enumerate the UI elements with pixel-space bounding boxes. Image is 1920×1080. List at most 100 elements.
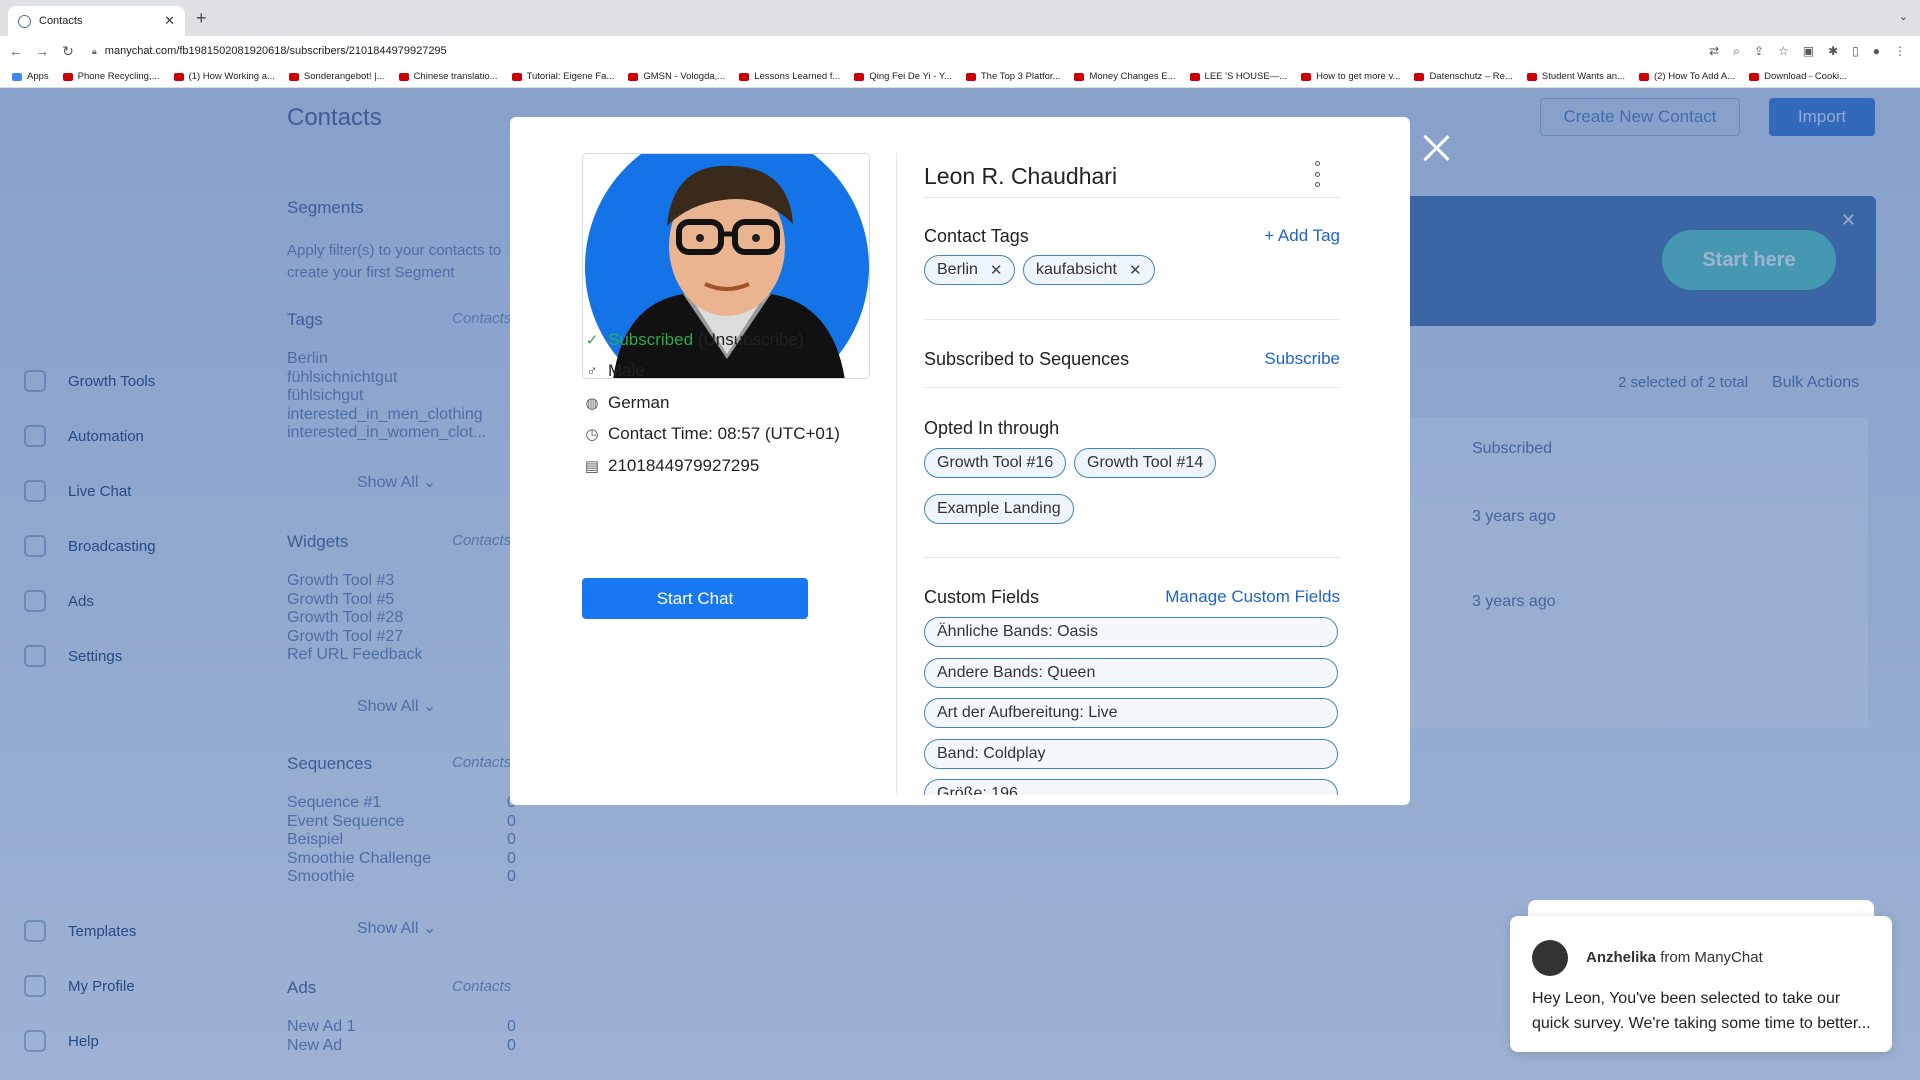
agent-name: Anzhelika xyxy=(1586,949,1657,966)
custom-field[interactable]: Andere Bands: Queen xyxy=(924,658,1338,688)
bookmark-item[interactable]: Download - Cooki... xyxy=(1749,71,1847,82)
address-bar: ← → ↻ 🔒︎ manychat.com/fb198150208192061​… xyxy=(0,36,1920,66)
bookmark-label: (2) How To Add A... xyxy=(1653,71,1736,82)
star-icon[interactable]: ☆ xyxy=(1778,44,1789,59)
back-icon[interactable]: ← xyxy=(6,43,26,59)
contact-details-modal: ✓ Subscribed (Unsubscribe) ♂ Male ◍ German… xyxy=(510,117,1410,805)
language-value: German xyxy=(608,393,670,412)
modal-divider xyxy=(896,153,897,795)
bookmark-item[interactable]: How to get more v... xyxy=(1301,71,1400,82)
new-tab-icon[interactable]: + xyxy=(196,8,207,29)
custom-field[interactable]: Art der Aufbereitung: Live xyxy=(924,698,1338,728)
contact-time-value: 08:57 (UTC+01) xyxy=(717,424,840,443)
opt-in-chip: Growth Tool #16 xyxy=(924,448,1067,478)
id-card-icon: ▤ xyxy=(584,458,600,475)
clock-icon: ◷ xyxy=(585,426,599,443)
tab-close-icon[interactable]: ✕ xyxy=(164,13,175,29)
contact-name: Leon R. Chaudhari xyxy=(924,163,1118,189)
agent-org: from ManyChat xyxy=(1660,949,1763,966)
divider xyxy=(924,197,1340,198)
puzzle-icon[interactable]: ✱ xyxy=(1828,44,1838,59)
tab-favicon-icon xyxy=(18,14,31,28)
forward-icon[interactable]: → xyxy=(32,43,52,59)
status-label: Subscribed xyxy=(608,330,694,349)
bookmark-item[interactable]: Tutorial: Eigene Fa... xyxy=(511,71,614,82)
bookmark-favicon-icon xyxy=(1749,72,1760,81)
tab-title: Contacts xyxy=(39,15,83,27)
bookmark-favicon-icon xyxy=(1189,72,1200,81)
opted-in-heading: Opted In through xyxy=(924,418,1060,438)
bookmark-label: The Top 3 Platfor... xyxy=(980,71,1061,82)
bookmark-favicon-icon xyxy=(1638,72,1649,81)
tab-search-chevron-icon[interactable]: ⌄ xyxy=(1899,10,1908,23)
contact-id-row: ▤ 2101844979927295 xyxy=(582,456,759,476)
bookmark-item[interactable]: Chinese translatio... xyxy=(398,71,498,82)
bookmark-item[interactable]: The Top 3 Platfor... xyxy=(965,71,1061,82)
bookmark-item[interactable]: Money Changes E... xyxy=(1074,71,1176,82)
lock-icon: 🔒︎ xyxy=(92,45,97,56)
bookmark-item[interactable]: Qing Fei De Yi - Y... xyxy=(854,71,952,82)
bookmark-item[interactable]: (1) How Working a... xyxy=(173,71,275,82)
subscribe-link[interactable]: Subscribe xyxy=(1210,349,1340,369)
bookmark-item[interactable]: Apps xyxy=(12,71,49,82)
add-tag-link[interactable]: + Add Tag xyxy=(1210,226,1340,246)
chat-message: Hey Leon, You've been selected to take o… xyxy=(1532,990,1871,1032)
url-field[interactable]: 🔒︎ manychat.com/fb198150208192061​8/subs… xyxy=(92,45,1709,57)
bookmark-label: Qing Fei De Yi - Y... xyxy=(869,71,952,82)
bookmark-label: GMSN - Vologda,... xyxy=(643,71,726,82)
manage-custom-fields-link[interactable]: Manage Custom Fields xyxy=(1130,587,1340,607)
custom-fields-heading: Custom Fields xyxy=(924,587,1040,607)
share-icon[interactable]: ⇪ xyxy=(1754,44,1764,59)
bookmark-item[interactable]: Phone Recycling,... xyxy=(62,71,160,82)
more-options-icon[interactable] xyxy=(1315,161,1321,187)
bookmark-favicon-icon xyxy=(62,72,73,81)
bookmark-item[interactable]: GMSN - Vologda,... xyxy=(628,71,725,82)
bookmark-label: Download - Cooki... xyxy=(1764,71,1848,82)
zoom-icon[interactable]: ⌕ xyxy=(1733,44,1740,59)
translate-icon[interactable]: ⇄ xyxy=(1709,44,1719,59)
bookmark-label: Apps xyxy=(27,71,49,82)
custom-field[interactable]: Ähnliche Bands: Oasis xyxy=(924,617,1338,647)
profile-avatar[interactable]: ● xyxy=(1873,44,1880,59)
subscription-status: ✓ Subscribed (Unsubscribe) xyxy=(582,330,804,350)
bookmark-favicon-icon xyxy=(398,72,409,81)
contact-id-value[interactable]: 2101844979927295 xyxy=(608,456,759,476)
unsubscribe-link[interactable]: (Unsubscribe) xyxy=(698,330,804,350)
remove-tag-icon[interactable]: ✕ xyxy=(990,261,1003,279)
custom-field[interactable]: Größe: 196 xyxy=(924,779,1338,795)
gender-row: ♂ Male xyxy=(582,361,645,381)
bookmark-label: Datenschutz – Re... xyxy=(1429,71,1513,82)
contact-time-label: Contact Time: xyxy=(608,424,713,443)
bookmark-item[interactable]: Lessons Learned f... xyxy=(739,71,840,82)
custom-field[interactable]: Band: Coldplay xyxy=(924,739,1338,769)
chat-sender: Anzhelika from ManyChat xyxy=(1586,949,1763,966)
bookmark-item[interactable]: Student Wants an... xyxy=(1526,71,1625,82)
bookmark-favicon-icon xyxy=(12,72,22,81)
bookmark-item[interactable]: (2) How To Add A... xyxy=(1638,71,1736,82)
male-icon: ♂ xyxy=(586,362,598,380)
start-chat-button[interactable]: Start Chat xyxy=(582,578,808,619)
modal-close-icon[interactable] xyxy=(1419,131,1453,165)
sidepanel-icon[interactable]: ▯ xyxy=(1852,44,1859,59)
opt-in-chip: Example Landing xyxy=(924,494,1074,524)
tag-label: Berlin xyxy=(937,261,978,278)
reload-icon[interactable]: ↻ xyxy=(58,43,78,60)
intercom-chat-popup[interactable]: Anzhelika from ManyChat Hey Leon, You've… xyxy=(1510,916,1892,1052)
bookmark-label: How to get more v... xyxy=(1316,71,1401,82)
extension-icon[interactable]: ▣ xyxy=(1803,44,1814,59)
bookmark-item[interactable]: LEE 'S HOUSE—... xyxy=(1189,71,1287,82)
check-circle-icon: ✓ xyxy=(585,332,599,349)
bookmark-item[interactable]: Sonderangebot! |... xyxy=(288,71,385,82)
bookmark-label: Lessons Learned f... xyxy=(754,71,841,82)
sequences-section-heading: Subscribed to Sequences xyxy=(924,349,1130,369)
contact-time-row: ◷ Contact Time: 08:57 (UTC+01) xyxy=(582,424,840,444)
remove-tag-icon[interactable]: ✕ xyxy=(1129,261,1142,279)
bookmark-favicon-icon xyxy=(1301,72,1312,81)
bookmark-favicon-icon xyxy=(1414,72,1425,81)
divider xyxy=(924,387,1340,388)
menu-icon[interactable]: ⋮ xyxy=(1894,44,1906,59)
bookmark-favicon-icon xyxy=(511,72,522,81)
bookmark-item[interactable]: Datenschutz – Re... xyxy=(1414,71,1513,82)
gender-value: Male xyxy=(608,361,645,380)
browser-tab[interactable]: Contacts ✕ xyxy=(8,6,185,36)
